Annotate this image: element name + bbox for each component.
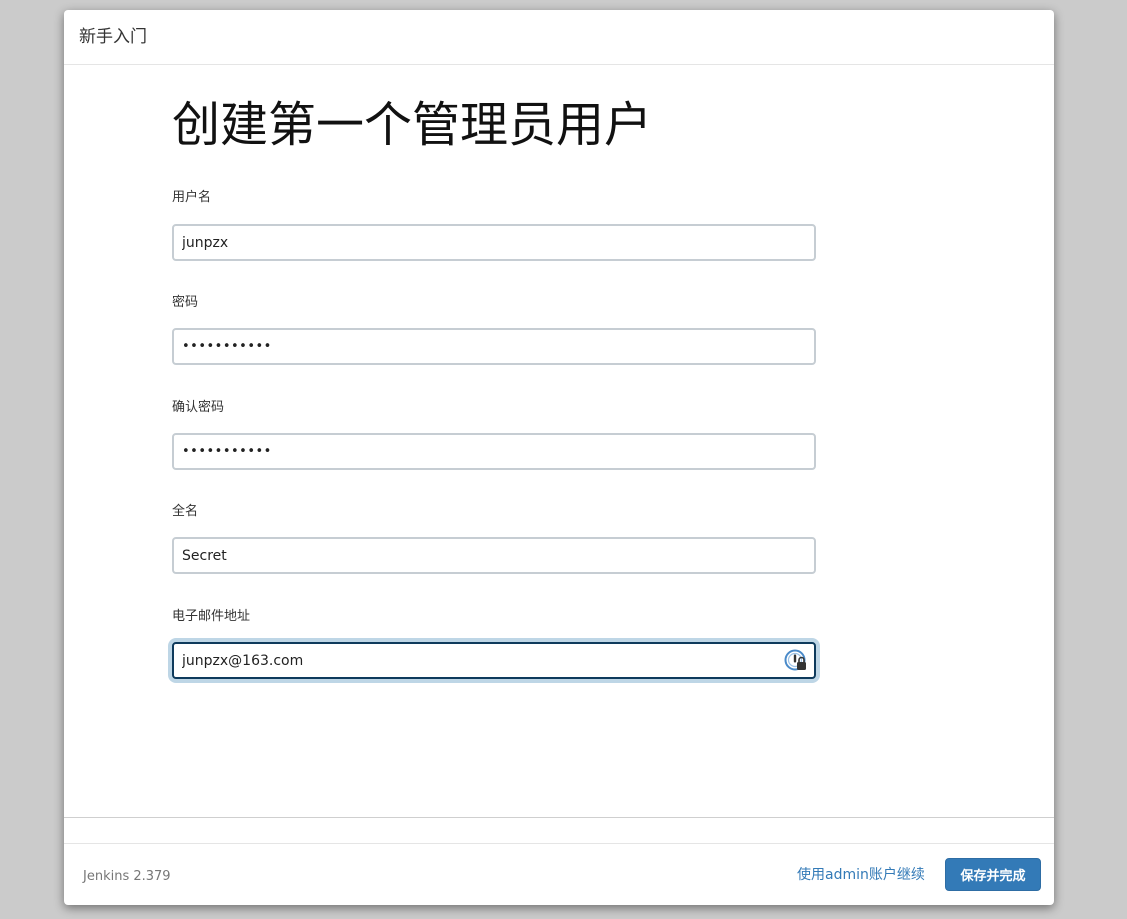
email-input[interactable] [172,642,816,679]
full-name-input[interactable] [172,537,816,574]
setup-wizard-dialog: 新手入门 创建第一个管理员用户 用户名 密码 确认密码 全名 电子邮件地址 Je… [64,10,1054,905]
password-label: 密码 [172,295,199,310]
full-name-label: 全名 [172,504,199,519]
password-manager-icon[interactable] [784,649,808,673]
username-input[interactable] [172,224,816,261]
email-label: 电子邮件地址 [172,609,251,624]
version-label: Jenkins 2.379 [83,869,171,884]
dialog-title: 新手入门 [79,27,147,47]
footer-divider [64,817,1054,818]
password-input[interactable] [172,328,816,365]
continue-as-admin-link[interactable]: 使用admin账户继续 [797,865,925,885]
username-label: 用户名 [172,190,212,205]
save-and-finish-button[interactable]: 保存并完成 [945,858,1041,891]
dialog-header: 新手入门 [64,10,1054,65]
page-title: 创建第一个管理员用户 [172,97,653,153]
confirm-password-input[interactable] [172,433,816,470]
confirm-password-label: 确认密码 [172,400,225,415]
dialog-footer: Jenkins 2.379 使用admin账户继续 保存并完成 [64,843,1054,905]
